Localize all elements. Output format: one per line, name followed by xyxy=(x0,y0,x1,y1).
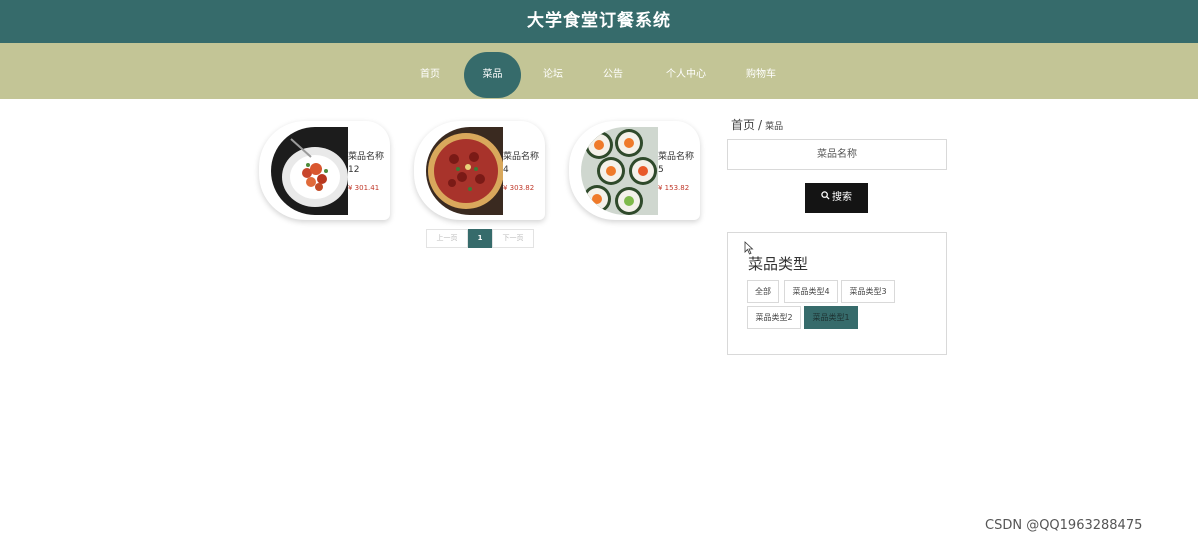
mouse-cursor-icon xyxy=(744,240,754,259)
watermark: CSDN @QQ1963288475 xyxy=(985,518,1143,533)
nav-item-forum[interactable]: 论坛 xyxy=(533,53,573,97)
dish-card[interactable]: 菜品名称12 ¥ 301.41 xyxy=(259,121,390,220)
nav-item-home[interactable]: 首页 xyxy=(410,53,450,97)
dish-name[interactable]: 菜品名称12 xyxy=(348,151,388,177)
app-title: 大学食堂订餐系统 xyxy=(527,11,671,31)
dish-name-search-input[interactable]: 菜品名称 xyxy=(727,139,947,170)
breadcrumb-home[interactable]: 首页 xyxy=(731,118,755,132)
dish-card[interactable]: 菜品名称5 ¥ 153.82 xyxy=(569,121,700,220)
page-1-button[interactable]: 1 xyxy=(468,229,492,248)
category-tag-all[interactable]: 全部 xyxy=(747,280,779,303)
nav-item-profile[interactable]: 个人中心 xyxy=(656,53,716,97)
category-title: 菜品类型 xyxy=(748,255,809,273)
nav-item-cart[interactable]: 购物车 xyxy=(737,53,785,97)
next-page-button[interactable]: 下一页 xyxy=(492,229,534,248)
pagination: 上一页 1 下一页 xyxy=(426,229,534,248)
app-header: 大学食堂订餐系统 xyxy=(0,0,1198,43)
dish-price: ¥ 153.82 xyxy=(658,184,690,192)
category-tag-type4[interactable]: 菜品类型4 xyxy=(784,280,838,303)
dish-name[interactable]: 菜品名称4 xyxy=(503,151,543,177)
breadcrumb-separator: / xyxy=(758,118,763,132)
category-tag-type3[interactable]: 菜品类型3 xyxy=(841,280,895,303)
nav-item-notice[interactable]: 公告 xyxy=(593,53,633,97)
dish-image[interactable] xyxy=(581,127,658,215)
dish-card[interactable]: 菜品名称4 ¥ 303.82 xyxy=(414,121,545,220)
category-panel: 菜品类型 全部 菜品类型4 菜品类型3 菜品类型2 菜品类型1 xyxy=(727,232,947,355)
category-tag-type2[interactable]: 菜品类型2 xyxy=(747,306,801,329)
dish-price: ¥ 303.82 xyxy=(503,184,535,192)
dish-price: ¥ 301.41 xyxy=(348,184,380,192)
nav-item-dishes[interactable]: 菜品 xyxy=(464,52,521,98)
search-icon xyxy=(821,183,830,213)
dish-name[interactable]: 菜品名称5 xyxy=(658,151,698,177)
category-tag-type1[interactable]: 菜品类型1 xyxy=(804,306,858,329)
main-nav: 首页 菜品 论坛 公告 个人中心 购物车 xyxy=(0,43,1198,99)
dish-image[interactable] xyxy=(271,127,348,215)
breadcrumb: 首页 / 菜品 xyxy=(731,116,783,133)
search-button-label: 搜索 xyxy=(832,192,852,203)
breadcrumb-current: 菜品 xyxy=(765,122,784,132)
prev-page-button[interactable]: 上一页 xyxy=(426,229,468,248)
dish-image[interactable] xyxy=(426,127,503,215)
search-button[interactable]: 搜索 xyxy=(805,183,868,213)
